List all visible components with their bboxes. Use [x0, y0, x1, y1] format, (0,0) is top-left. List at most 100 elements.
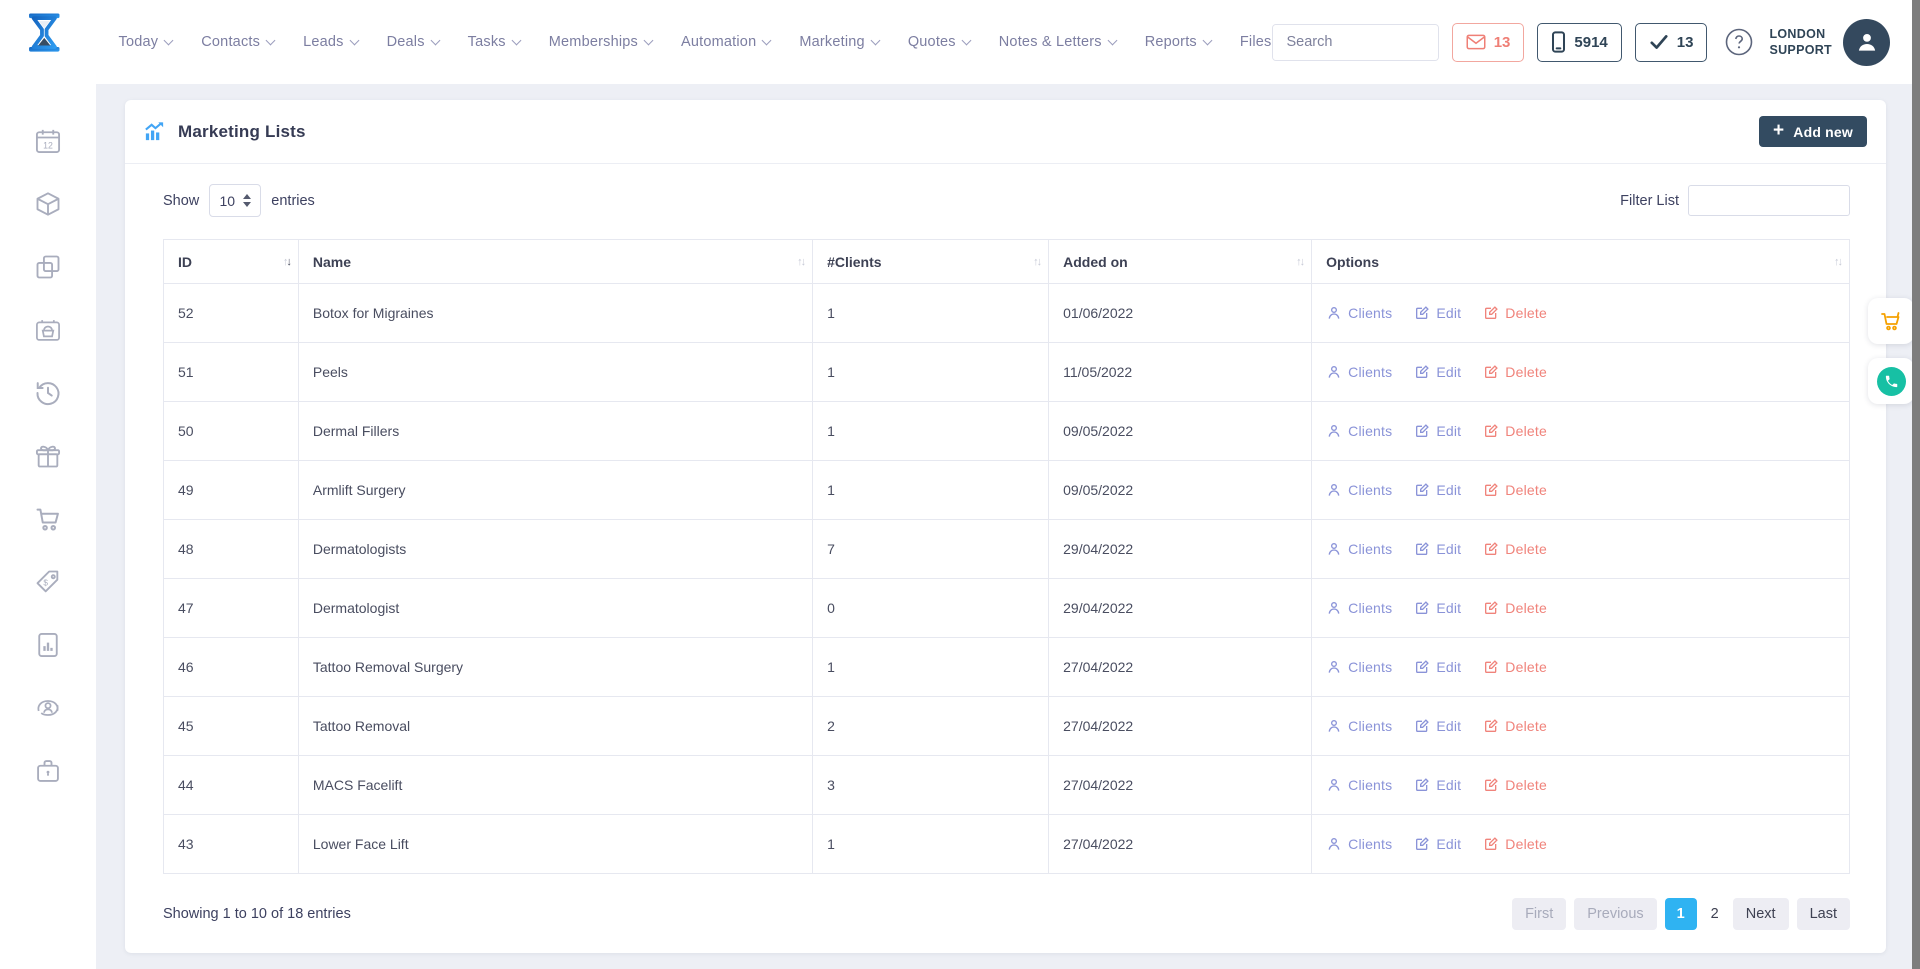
cell-added-on: 27/04/2022	[1049, 756, 1312, 815]
calendar-icon[interactable]: 12	[34, 127, 62, 155]
nav-item[interactable]: Contacts	[201, 34, 274, 50]
page-size-select[interactable]: 10	[209, 184, 261, 217]
edit-link[interactable]: Edit	[1414, 305, 1461, 321]
search-input[interactable]	[1273, 25, 1439, 60]
delete-link[interactable]: Delete	[1483, 305, 1547, 321]
table-row: 49 Armlift Surgery 1 09/05/2022	[164, 461, 1850, 520]
delete-link[interactable]: Delete	[1483, 364, 1547, 380]
edit-link[interactable]: Edit	[1414, 777, 1461, 793]
table-row: 44 MACS Facelift 3 27/04/2022	[164, 756, 1850, 815]
clients-link[interactable]: Clients	[1326, 423, 1392, 439]
page-2-button[interactable]: 2	[1705, 898, 1725, 930]
edit-link[interactable]: Edit	[1414, 836, 1461, 852]
first-page-button[interactable]: First	[1512, 898, 1566, 930]
cart-icon[interactable]	[34, 505, 62, 533]
nav-item[interactable]: Reports	[1145, 34, 1211, 50]
add-new-button[interactable]: + Add new	[1759, 116, 1867, 147]
tasks-badge[interactable]: 13	[1635, 23, 1708, 62]
question-circle-icon	[1724, 27, 1754, 57]
delete-link[interactable]: Delete	[1483, 541, 1547, 557]
clients-link[interactable]: Clients	[1326, 777, 1392, 793]
column-header-options[interactable]: Options ↑↓	[1312, 240, 1850, 284]
delete-link[interactable]: Delete	[1483, 659, 1547, 675]
column-header-clients[interactable]: #Clients ↑↓	[813, 240, 1049, 284]
nav-item-label: Files	[1240, 34, 1272, 50]
edit-link[interactable]: Edit	[1414, 718, 1461, 734]
nav-item[interactable]: Marketing	[799, 34, 878, 50]
cell-clients: 0	[813, 579, 1049, 638]
nav-item[interactable]: Deals	[387, 34, 439, 50]
package-icon[interactable]	[34, 190, 62, 218]
cell-clients: 2	[813, 697, 1049, 756]
edit-link[interactable]: Edit	[1414, 659, 1461, 675]
delete-link[interactable]: Delete	[1483, 777, 1547, 793]
page-1-button[interactable]: 1	[1665, 898, 1697, 930]
svg-text:$: $	[43, 579, 48, 588]
clients-link[interactable]: Clients	[1326, 364, 1392, 380]
floating-cart-button[interactable]	[1868, 298, 1914, 344]
delete-link[interactable]: Delete	[1483, 600, 1547, 616]
global-search	[1272, 24, 1439, 61]
cell-clients: 1	[813, 343, 1049, 402]
gift-icon[interactable]	[34, 442, 62, 470]
show-label: Show	[163, 193, 199, 209]
order-basket-icon[interactable]	[34, 316, 62, 344]
clients-link[interactable]: Clients	[1326, 659, 1392, 675]
pagination: First Previous 1 2 Next Last	[1512, 898, 1850, 930]
account-icon[interactable]	[34, 694, 62, 722]
nav-item[interactable]: Files	[1240, 34, 1272, 50]
nav-item[interactable]: Notes & Letters	[999, 34, 1116, 50]
delete-link[interactable]: Delete	[1483, 423, 1547, 439]
duplicate-icon[interactable]	[34, 253, 62, 281]
price-tag-icon[interactable]: $	[34, 568, 62, 596]
edit-link[interactable]: Edit	[1414, 423, 1461, 439]
entries-label: entries	[271, 193, 315, 209]
cell-added-on: 29/04/2022	[1049, 520, 1312, 579]
cell-options: Clients Edit	[1312, 579, 1850, 638]
edit-link[interactable]: Edit	[1414, 541, 1461, 557]
help-button[interactable]	[1724, 27, 1754, 57]
last-page-button[interactable]: Last	[1797, 898, 1850, 930]
column-header-name[interactable]: Name ↑↓	[298, 240, 812, 284]
nav-item[interactable]: Quotes	[908, 34, 970, 50]
filter-list-input[interactable]	[1688, 185, 1850, 216]
edit-link[interactable]: Edit	[1414, 364, 1461, 380]
clients-link[interactable]: Clients	[1326, 718, 1392, 734]
column-header-id[interactable]: ID ↑↓	[164, 240, 299, 284]
nav-item[interactable]: Today	[119, 34, 173, 50]
edit-link[interactable]: Edit	[1414, 482, 1461, 498]
previous-page-button[interactable]: Previous	[1574, 898, 1656, 930]
clients-link[interactable]: Clients	[1326, 541, 1392, 557]
delete-square-icon	[1483, 541, 1499, 557]
person-icon	[1326, 836, 1342, 852]
task-count: 13	[1677, 34, 1694, 51]
clients-link[interactable]: Clients	[1326, 305, 1392, 321]
delete-link[interactable]: Delete	[1483, 482, 1547, 498]
edit-link[interactable]: Edit	[1414, 600, 1461, 616]
nav-item[interactable]: Tasks	[468, 34, 520, 50]
person-icon	[1326, 777, 1342, 793]
delete-link[interactable]: Delete	[1483, 718, 1547, 734]
clients-link[interactable]: Clients	[1326, 600, 1392, 616]
delete-square-icon	[1483, 777, 1499, 793]
clients-link[interactable]: Clients	[1326, 836, 1392, 852]
nav-item[interactable]: Memberships	[549, 34, 652, 50]
clients-link[interactable]: Clients	[1326, 482, 1392, 498]
cart-icon	[1879, 309, 1903, 333]
scrollbar-thumb[interactable]	[1912, 0, 1920, 969]
user-avatar[interactable]	[1843, 19, 1890, 66]
calls-badge[interactable]: 5914	[1537, 23, 1621, 62]
column-header-added-on[interactable]: Added on ↑↓	[1049, 240, 1312, 284]
nav-item[interactable]: Leads	[303, 34, 358, 50]
mail-notifications-badge[interactable]: 13	[1452, 23, 1525, 62]
next-page-button[interactable]: Next	[1733, 898, 1789, 930]
case-lock-icon[interactable]	[34, 757, 62, 785]
cell-added-on: 11/05/2022	[1049, 343, 1312, 402]
delete-link[interactable]: Delete	[1483, 836, 1547, 852]
envelope-icon	[1466, 34, 1486, 50]
history-icon[interactable]	[34, 379, 62, 407]
report-icon[interactable]	[34, 631, 62, 659]
floating-phone-button[interactable]	[1868, 358, 1914, 404]
nav-item[interactable]: Automation	[681, 34, 770, 50]
app-logo-hourglass-icon[interactable]	[26, 12, 63, 66]
